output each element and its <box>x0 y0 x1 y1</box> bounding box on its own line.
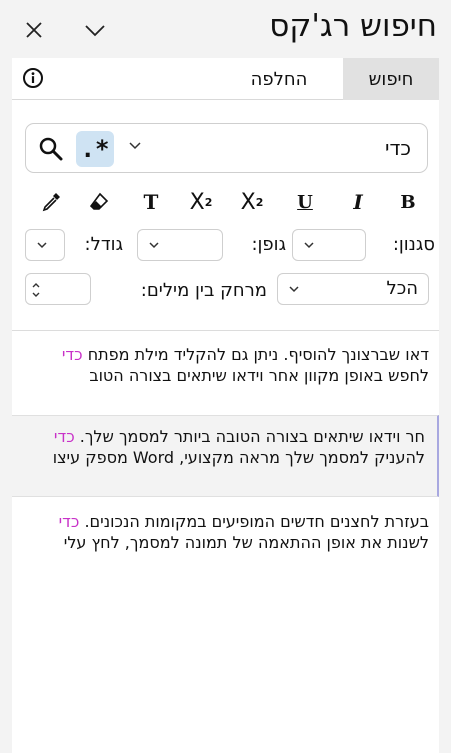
result-text: דאו שברצונך להוסיף. ניתן גם להקליד מילת … <box>82 345 429 364</box>
color-picker-button[interactable] <box>37 188 65 216</box>
result-match: כדי <box>61 345 83 364</box>
clear-format-button[interactable] <box>85 188 113 216</box>
pane-header: חיפוש רג'קס <box>0 0 451 58</box>
superscript-label: X <box>240 189 256 215</box>
style-label: סגנון: <box>392 234 435 255</box>
result-text-word: Word <box>132 448 175 467</box>
result-match: כדי <box>58 512 80 531</box>
font-dropdown[interactable] <box>137 229 223 261</box>
result-item[interactable]: בעזרת לחצנים חדשים המופיעים במקומות הנכו… <box>12 511 439 577</box>
word-spacing-label: מרחק בין מילים: <box>140 280 267 301</box>
regex-toggle-button[interactable]: .* <box>76 131 114 167</box>
text-color-button[interactable]: T <box>137 188 165 216</box>
search-input[interactable]: כדי <box>385 136 411 160</box>
superscript-mark: 2 <box>255 195 264 209</box>
search-history-dropdown[interactable] <box>126 136 144 154</box>
tab-bar: חיפוש החלפה <box>12 58 439 100</box>
bold-button[interactable]: B <box>394 188 422 216</box>
result-match: כדי <box>53 427 75 446</box>
result-text: לחפש באופן מקוון אחר וידאו שיתאים בצורה … <box>89 366 429 385</box>
pane-title: חיפוש רג'קס <box>269 8 437 44</box>
word-spacing-dropdown[interactable]: הכל <box>277 273 429 305</box>
italic-button[interactable]: I <box>344 188 372 216</box>
close-icon <box>26 22 42 38</box>
eraser-icon <box>89 192 109 210</box>
tab-replace[interactable]: החלפה <box>229 58 329 100</box>
style-dropdown[interactable] <box>292 229 366 261</box>
search-panel: כדי .* B I U X2 X2 T סגנון: גופן: גודל: <box>12 100 439 330</box>
font-label: גופן: <box>251 234 286 255</box>
subscript-button[interactable]: X2 <box>187 188 215 216</box>
results-list: דאו שברצונך להוסיף. ניתן גם להקליד מילת … <box>12 330 439 753</box>
stepper-arrows-icon <box>32 283 40 297</box>
size-label: גודל: <box>84 234 123 255</box>
subscript-label: X <box>189 189 205 215</box>
result-text: מספק עיצו <box>52 448 133 467</box>
word-spacing-value: הכל <box>386 278 418 299</box>
superscript-button[interactable]: X2 <box>238 188 266 216</box>
search-box[interactable]: כדי .* <box>25 123 428 173</box>
result-text: להעניק למסמך שלך מראה מקצועי, <box>174 448 425 467</box>
eyedropper-icon <box>42 193 60 212</box>
subscript-mark: 2 <box>204 195 213 209</box>
underline-button[interactable]: U <box>291 188 319 216</box>
chevron-down-icon <box>149 242 159 249</box>
tab-search[interactable]: חיפוש <box>343 58 439 100</box>
result-text: חר וידאו שיתאים בצורה הטובה ביותר למסמך … <box>74 427 425 446</box>
word-spacing-stepper[interactable] <box>25 273 91 305</box>
chevron-down-icon <box>85 25 105 37</box>
size-dropdown[interactable] <box>25 229 65 261</box>
result-item-selected[interactable]: חר וידאו שיתאים בצורה הטובה ביותר למסמך … <box>12 415 439 497</box>
collapse-button[interactable] <box>83 18 107 42</box>
info-icon[interactable] <box>22 67 44 89</box>
result-text: בעזרת לחצנים חדשים המופיעים במקומות הנכו… <box>79 512 429 531</box>
chevron-down-icon <box>304 242 314 249</box>
result-text: לשנות את אופן ההתאמה של תמונה למסמך, לחץ… <box>63 533 429 552</box>
chevron-down-icon <box>289 286 299 293</box>
result-item[interactable]: דאו שברצונך להוסיף. ניתן גם להקליד מילת … <box>12 344 439 410</box>
close-button[interactable] <box>22 18 46 42</box>
chevron-down-icon <box>37 242 47 249</box>
search-icon[interactable] <box>38 136 64 162</box>
